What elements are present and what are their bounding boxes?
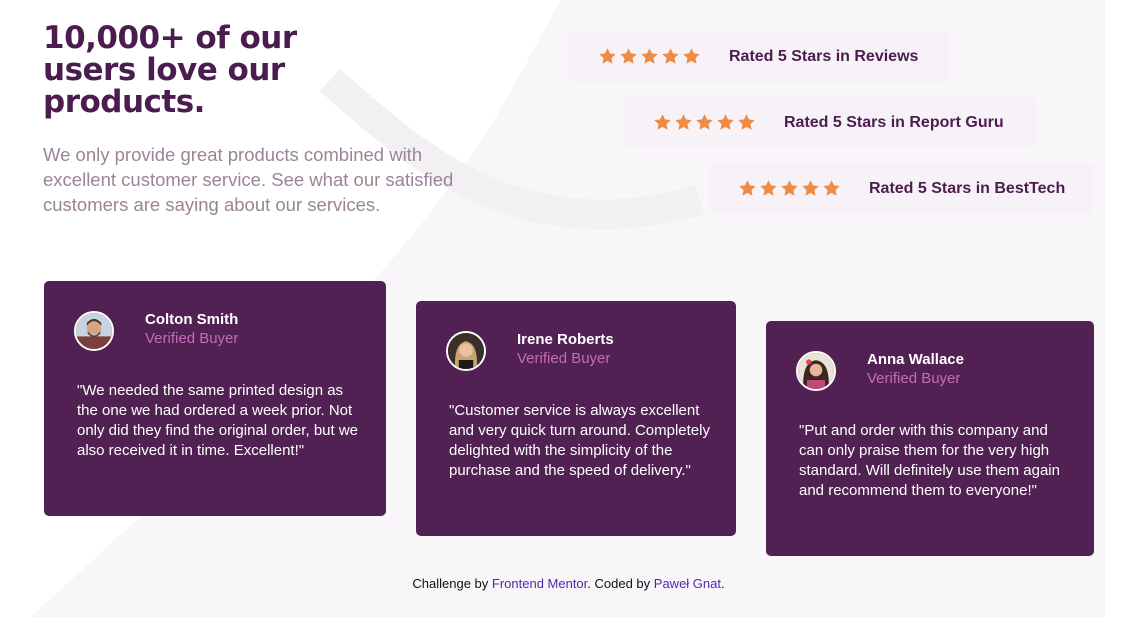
- star-icon: [654, 114, 671, 130]
- intro-text: We only provide great products combined …: [43, 144, 454, 215]
- testimonial-card-colton: Colton Smith Verified Buyer "We needed t…: [44, 281, 386, 516]
- rating-besttech: Rated 5 Stars in BestTech: [709, 163, 1094, 214]
- testimonial-quote: "We needed the same printed design as th…: [77, 382, 359, 459]
- testimonials-page: 10,000+ of our users love our products. …: [0, 0, 1137, 617]
- attribution-middle: . Coded by: [587, 576, 654, 591]
- star-rating: [653, 113, 756, 132]
- avatar: [796, 351, 836, 391]
- frontend-mentor-link[interactable]: Frontend Mentor: [492, 576, 587, 591]
- testimonial-quote: "Customer service is always excellent an…: [449, 402, 710, 479]
- star-icon: [760, 180, 777, 196]
- star-icon: [802, 180, 819, 196]
- star-rating: [598, 47, 701, 66]
- star-rating: [738, 179, 841, 198]
- star-icon: [620, 48, 637, 64]
- star-icon: [738, 114, 755, 130]
- star-icon: [675, 114, 692, 130]
- author-link[interactable]: Paweł Gnat: [654, 576, 721, 591]
- rating-label: Rated 5 Stars in Reviews: [729, 47, 919, 65]
- reviewer-name: Irene Roberts: [517, 331, 614, 348]
- rating-label: Rated 5 Stars in Report Guru: [784, 113, 1004, 131]
- attribution-prefix: Challenge by: [412, 576, 492, 591]
- star-icon: [696, 114, 713, 130]
- star-icon: [641, 48, 658, 64]
- testimonial-card-anna: Anna Wallace Verified Buyer "Put and ord…: [766, 321, 1094, 556]
- rating-report-guru: Rated 5 Stars in Report Guru: [624, 97, 1038, 148]
- star-icon: [683, 48, 700, 64]
- testimonial-quote: "Put and order with this company and can…: [799, 422, 1060, 499]
- reviewer-name: Colton Smith: [145, 311, 239, 328]
- rating-label: Rated 5 Stars in BestTech: [869, 179, 1066, 197]
- star-icon: [599, 48, 616, 64]
- attribution-footer: Challenge by Frontend Mentor. Coded by P…: [0, 576, 1137, 591]
- testimonial-card-irene: Irene Roberts Verified Buyer "Customer s…: [416, 301, 736, 536]
- star-icon: [781, 180, 798, 196]
- verified-badge: Verified Buyer: [867, 370, 961, 387]
- avatar: [446, 331, 486, 371]
- star-icon: [823, 180, 840, 196]
- avatar: [74, 311, 114, 351]
- page-headline: 10,000+ of our users love our products.: [43, 20, 297, 120]
- attribution-suffix: .: [720, 576, 725, 591]
- verified-badge: Verified Buyer: [145, 330, 239, 347]
- star-icon: [739, 180, 756, 196]
- reviewer-name: Anna Wallace: [867, 351, 964, 368]
- verified-badge: Verified Buyer: [517, 350, 611, 367]
- rating-reviews: Rated 5 Stars in Reviews: [569, 31, 950, 82]
- star-icon: [717, 114, 734, 130]
- star-icon: [662, 48, 679, 64]
